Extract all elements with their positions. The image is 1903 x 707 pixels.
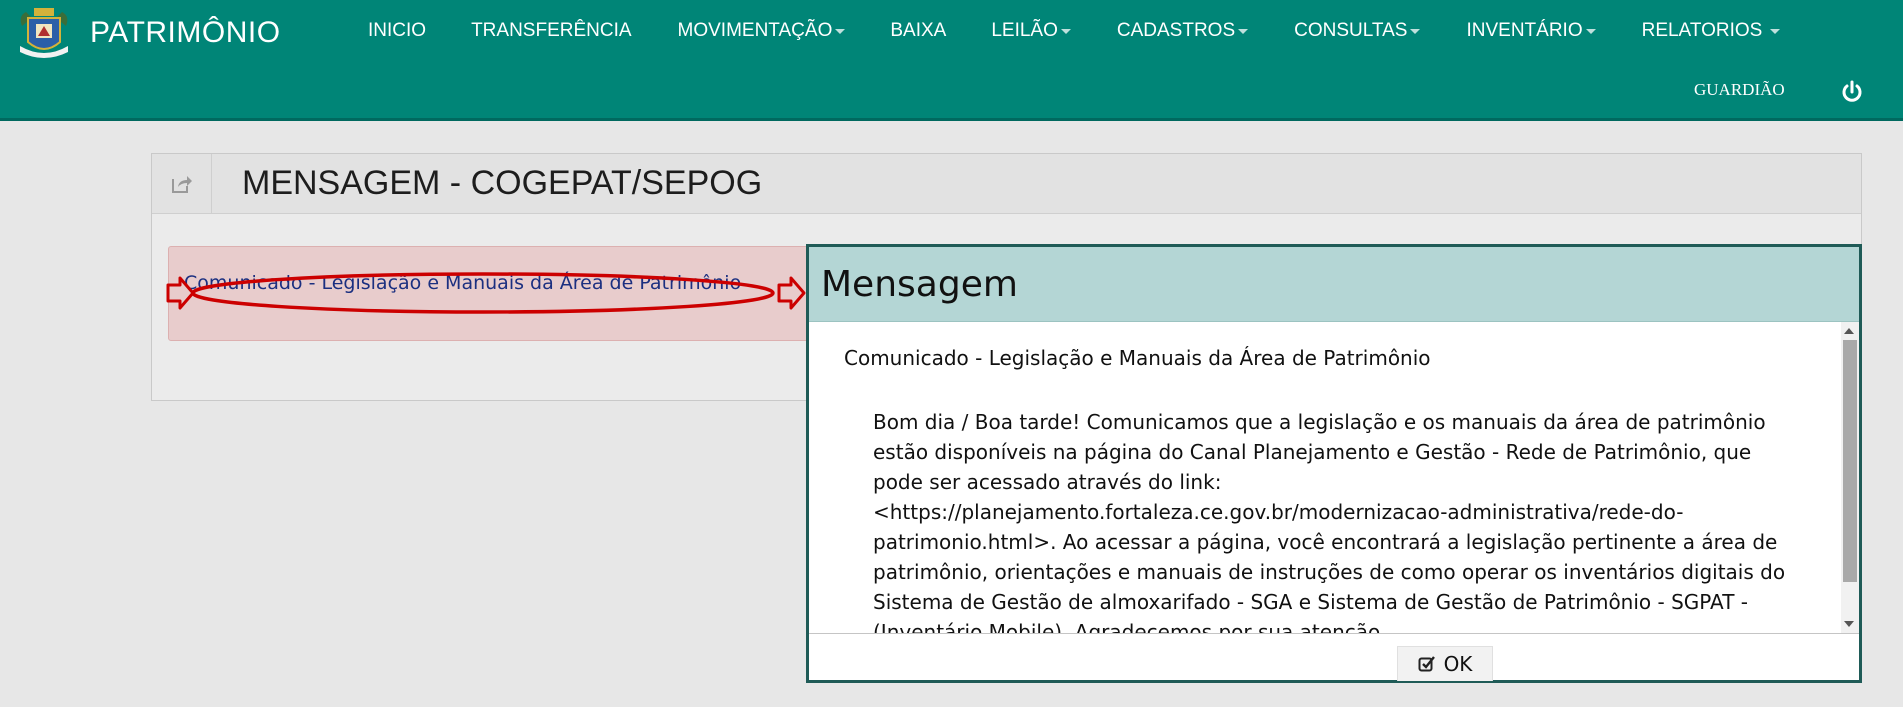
- caret-down-icon: [1060, 28, 1071, 34]
- scroll-thumb[interactable]: [1843, 340, 1857, 582]
- dialog-scrollbar[interactable]: [1841, 322, 1859, 633]
- dialog-footer: OK: [809, 633, 1859, 681]
- menu-label: INICIO: [368, 20, 427, 41]
- menu-leilao[interactable]: LEILÃO: [991, 18, 1071, 44]
- caret-down-icon: [1238, 28, 1249, 34]
- panel-title: MENSAGEM - COGEPAT/SEPOG: [242, 164, 763, 202]
- menu-consultas[interactable]: CONSULTAS: [1294, 18, 1421, 44]
- menu-label: LEILÃO: [991, 20, 1058, 41]
- message-text: Bom dia / Boa tarde! Comunicamos que a l…: [873, 410, 1786, 633]
- top-navbar: PATRIMÔNIO INICIO TRANSFERÊNCIA MOVIMENT…: [0, 0, 1903, 121]
- message-dialog: Mensagem Comunicado - Legislação e Manua…: [806, 244, 1862, 683]
- menu-label: BAIXA: [890, 20, 947, 41]
- menu-cadastros[interactable]: CADASTROS: [1116, 18, 1249, 44]
- comunicado-link[interactable]: Comunicado - Legislação e Manuais da Áre…: [184, 272, 741, 294]
- message-heading: Comunicado - Legislação e Manuais da Áre…: [844, 346, 1431, 370]
- menu-label: RELATORIOS: [1641, 20, 1763, 41]
- dialog-header: Mensagem: [809, 247, 1859, 322]
- city-coat-of-arms-icon: [20, 8, 68, 58]
- caret-down-icon: [1770, 28, 1781, 34]
- menu-label: INVENTÁRIO: [1466, 20, 1583, 41]
- dialog-body: Comunicado - Legislação e Manuais da Áre…: [809, 322, 1845, 633]
- caret-down-icon: [1585, 28, 1596, 34]
- scroll-down-arrow-icon[interactable]: [1844, 621, 1854, 627]
- main-menu: INICIO TRANSFERÊNCIA MOVIMENTAÇÃO BAIXA …: [368, 18, 1781, 44]
- user-name[interactable]: GUARDIÃO: [1694, 80, 1785, 100]
- share-icon: [171, 175, 192, 193]
- menu-label: CADASTROS: [1116, 20, 1236, 41]
- power-icon[interactable]: [1839, 79, 1865, 105]
- caret-down-icon: [835, 28, 846, 34]
- ok-button[interactable]: OK: [1397, 646, 1493, 681]
- scroll-up-arrow-icon[interactable]: [1844, 328, 1854, 334]
- menu-label: MOVIMENTAÇÃO: [677, 20, 833, 41]
- dialog-title: Mensagem: [821, 263, 1018, 305]
- menu-movimentacao[interactable]: MOVIMENTAÇÃO: [678, 18, 846, 44]
- brand[interactable]: PATRIMÔNIO: [14, 4, 281, 62]
- checkbox-check-icon: [1418, 656, 1435, 672]
- menu-transferencia[interactable]: TRANSFERÊNCIA: [471, 18, 631, 44]
- app-title: PATRIMÔNIO: [90, 16, 281, 49]
- panel-icon-box: [152, 153, 212, 214]
- menu-inventario[interactable]: INVENTÁRIO: [1466, 18, 1596, 44]
- panel-header: MENSAGEM - COGEPAT/SEPOG: [152, 153, 1861, 214]
- caret-down-icon: [1410, 28, 1421, 34]
- menu-baixa[interactable]: BAIXA: [890, 18, 946, 44]
- menu-label: CONSULTAS: [1294, 20, 1408, 41]
- menu-relatorios[interactable]: RELATORIOS: [1642, 18, 1781, 44]
- ok-label: OK: [1443, 652, 1473, 676]
- menu-inicio[interactable]: INICIO: [368, 18, 426, 44]
- menu-label: TRANSFERÊNCIA: [471, 20, 632, 41]
